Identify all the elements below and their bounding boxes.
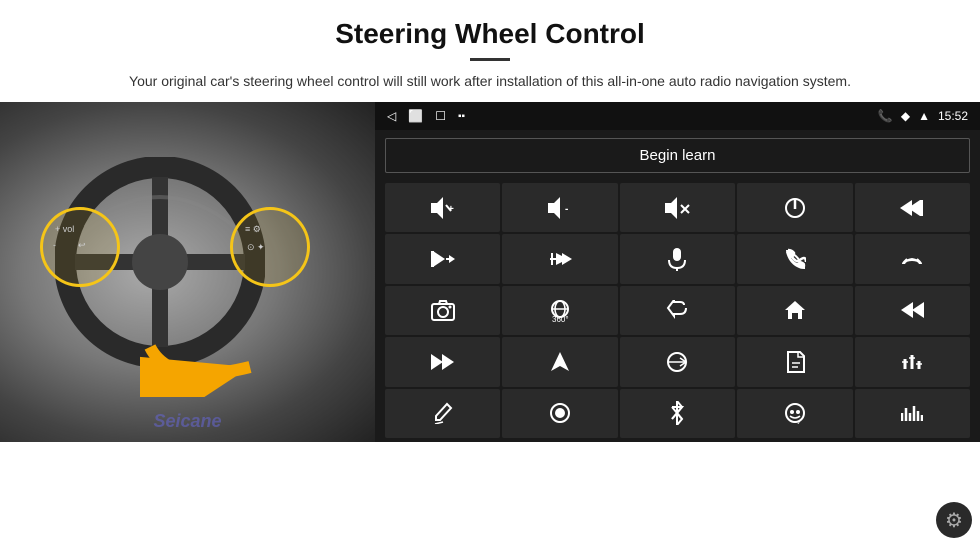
mute-button[interactable] [620,183,735,232]
power-button[interactable] [737,183,852,232]
android-panel: ◁ ⬜ ☐ ▪▪ 📞 ◆ ▲ 15:52 Begin learn [375,102,980,442]
media-button[interactable]: ♪ [737,389,852,438]
begin-learn-button[interactable]: Begin learn [385,138,970,173]
bluetooth-button[interactable] [620,389,735,438]
statusbar-right: 📞 ◆ ▲ 15:52 [878,109,968,123]
edit-button[interactable] [385,389,500,438]
svg-text:-: - [53,240,56,250]
recents-nav-icon[interactable]: ☐ [435,109,446,123]
page-container: Steering Wheel Control Your original car… [0,0,980,546]
mic-button[interactable] [620,234,735,283]
switch-button[interactable] [620,337,735,386]
back-nav-icon[interactable]: ◁ [387,109,396,123]
ff-button[interactable] [502,234,617,283]
steering-wheel-image: + vol - ↩ ≡ ⚙ ⊙ ✦ [0,102,375,442]
navigate-button[interactable] [502,337,617,386]
svg-text:⊙ ✦: ⊙ ✦ [247,242,265,252]
svg-text:≡ ⚙: ≡ ⚙ [245,224,261,234]
prev-prev-button[interactable] [855,286,970,335]
seicane-watermark: Seicane [153,411,221,432]
page-title: Steering Wheel Control [60,18,920,50]
prev-track-button[interactable] [855,183,970,232]
title-divider [470,58,510,61]
gear-icon[interactable]: ⚙ [945,508,963,533]
gear-icon-container[interactable]: ⚙ [936,502,972,538]
vol-down-button[interactable]: - [502,183,617,232]
controls-grid: + - [375,181,980,442]
svg-text:+ vol: + vol [55,224,74,234]
vol-up-button[interactable]: + [385,183,500,232]
content-section: + vol - ↩ ≡ ⚙ ⊙ ✦ [0,102,980,442]
wifi-icon: ▲ [918,109,930,123]
svg-text:+: + [448,204,454,215]
skip-button[interactable] [385,337,500,386]
360-view-button[interactable]: 360° [502,286,617,335]
svg-text:↩: ↩ [78,240,86,250]
svg-text:♪: ♪ [797,419,801,424]
subtitle-text: Your original car's steering wheel contr… [60,71,920,92]
phone-signal-icon: 📞 [878,109,893,123]
equalizer-button[interactable] [855,337,970,386]
right-control-highlight: ≡ ⚙ ⊙ ✦ [230,207,310,287]
svg-text:-: - [565,204,568,215]
statusbar-left: ◁ ⬜ ☐ ▪▪ [387,109,465,123]
begin-learn-row: Begin learn [375,130,980,181]
next-button[interactable] [385,234,500,283]
home-nav-icon[interactable]: ⬜ [408,109,423,123]
left-control-highlight: + vol - ↩ [40,207,120,287]
svg-text:360°: 360° [552,315,569,322]
header-section: Steering Wheel Control Your original car… [0,0,980,102]
phone-button[interactable] [737,234,852,283]
record-button[interactable] [502,389,617,438]
home-button[interactable] [737,286,852,335]
notification-icon: ▪▪ [458,111,465,122]
back-button[interactable] [620,286,735,335]
direction-arrow [140,327,270,402]
camera-button[interactable] [385,286,500,335]
android-statusbar: ◁ ⬜ ☐ ▪▪ 📞 ◆ ▲ 15:52 [375,102,980,130]
hangup-button[interactable] [855,234,970,283]
location-icon: ◆ [901,109,910,123]
music-file-button[interactable] [737,337,852,386]
audio-level-button[interactable] [855,389,970,438]
clock: 15:52 [938,109,968,123]
